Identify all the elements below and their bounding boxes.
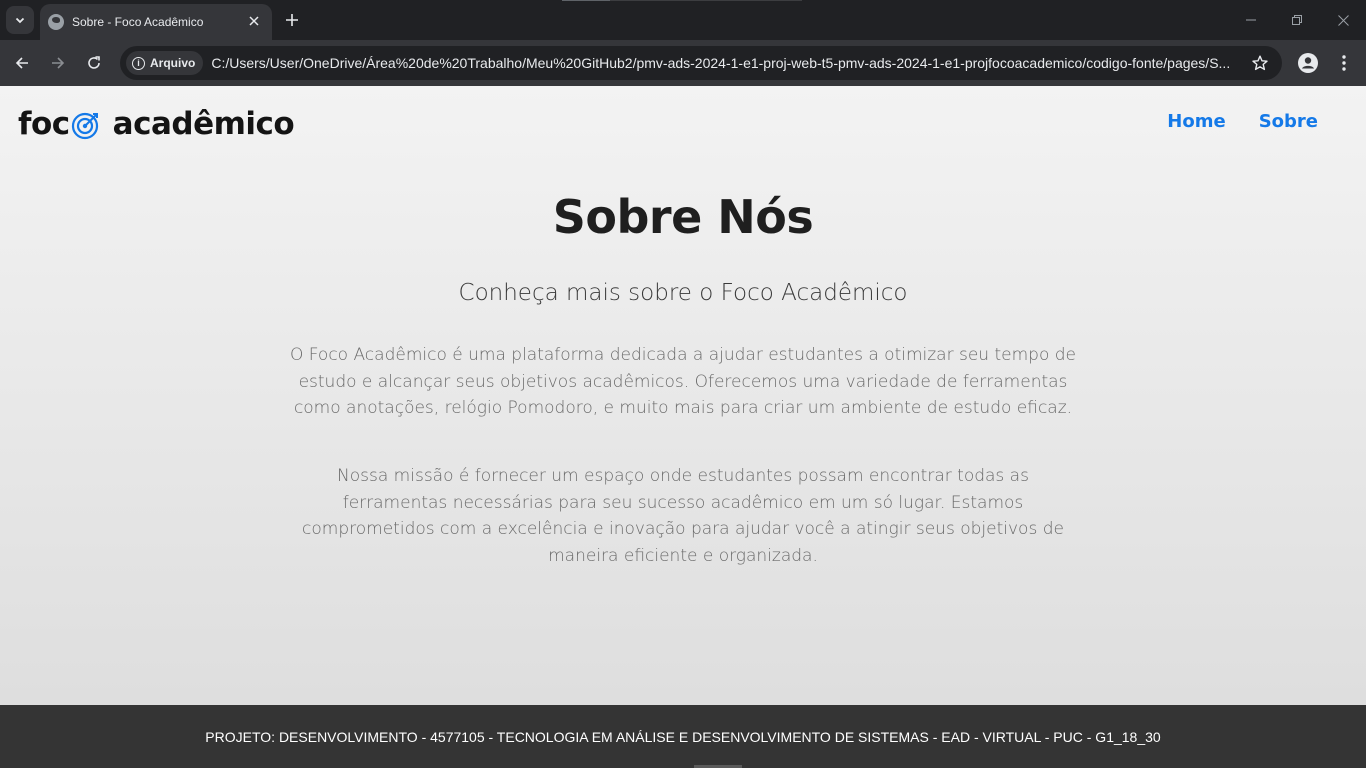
- reload-icon: [88, 56, 100, 69]
- close-tab-button[interactable]: [246, 14, 262, 30]
- plus-icon: [286, 14, 298, 26]
- browser-menu-button[interactable]: [1332, 51, 1356, 75]
- footer-text: PROJETO: DESENVOLVIMENTO - 4577105 - TEC…: [205, 728, 1161, 745]
- main-nav: Home Sobre: [1167, 111, 1318, 132]
- tab-search-button[interactable]: [6, 6, 34, 34]
- url-text[interactable]: C:/Users/User/OneDrive/Área%20de%20Traba…: [211, 55, 1237, 71]
- nav-link-home[interactable]: Home: [1167, 111, 1225, 132]
- arrow-right-icon: [52, 57, 65, 69]
- page-subtitle: Conheça mais sobre o Foco Acadêmico: [458, 280, 908, 306]
- site-info-chip[interactable]: i Arquivo: [126, 51, 204, 75]
- reload-button[interactable]: [79, 48, 109, 78]
- star-icon: [1252, 55, 1268, 71]
- page-footer: PROJETO: DESENVOLVIMENTO - 4577105 - TEC…: [0, 705, 1366, 768]
- brand-text-right: acadêmico: [112, 106, 295, 142]
- globe-icon: [48, 14, 64, 30]
- profile-icon: [1298, 53, 1318, 73]
- about-paragraph-1: O Foco Acadêmico é uma plataforma dedica…: [289, 345, 1077, 418]
- nav-link-sobre[interactable]: Sobre: [1259, 111, 1318, 132]
- restore-icon: [1292, 15, 1302, 25]
- bookmark-button[interactable]: [1250, 53, 1270, 73]
- brand-text-left: foc: [18, 106, 70, 142]
- new-tab-button[interactable]: [281, 9, 303, 31]
- browser-toolbar: i Arquivo C:/Users/User/OneDrive/Área%20…: [0, 40, 1366, 86]
- arrow-left-icon: [15, 57, 28, 69]
- tab-title: Sobre - Foco Acadêmico: [72, 15, 204, 29]
- page-title: Sobre Nós: [552, 190, 814, 244]
- site-info-label: Arquivo: [150, 56, 196, 70]
- close-window-button[interactable]: [1320, 0, 1366, 40]
- browser-tab-active[interactable]: Sobre - Foco Acadêmico: [40, 4, 272, 40]
- tab-strip: Sobre - Foco Acadêmico: [0, 0, 1366, 40]
- more-vert-icon: [1342, 55, 1346, 71]
- close-icon: [249, 16, 259, 26]
- chevron-down-icon: [15, 17, 25, 24]
- page-content: foc acadêmico Home Sobre Sobre Nós Conhe…: [0, 86, 1366, 705]
- about-paragraph-2: Nossa missão é fornecer um espaço onde e…: [302, 466, 1064, 566]
- info-icon: i: [132, 56, 145, 70]
- close-icon: [1337, 14, 1349, 26]
- target-icon: [71, 112, 98, 140]
- brand-logo[interactable]: foc acadêmico: [18, 104, 295, 144]
- minimize-icon: [1246, 19, 1256, 21]
- back-button[interactable]: [7, 48, 37, 78]
- forward-button[interactable]: [43, 48, 73, 78]
- profile-button[interactable]: [1296, 51, 1320, 75]
- minimize-button[interactable]: [1228, 0, 1274, 40]
- address-bar[interactable]: i Arquivo C:/Users/User/OneDrive/Área%20…: [120, 46, 1282, 80]
- restore-button[interactable]: [1274, 0, 1320, 40]
- tabstrip-divider-accent: [562, 0, 610, 1]
